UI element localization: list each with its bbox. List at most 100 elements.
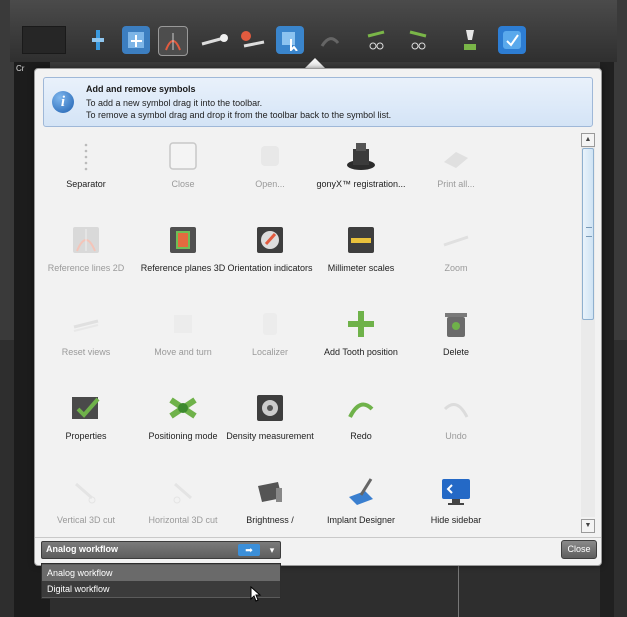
symbol-item[interactable]: Vertical 3D cut [41, 471, 131, 533]
info-icon: i [52, 91, 74, 113]
symbol-item[interactable]: Properties [41, 387, 131, 467]
zoom-icon [440, 225, 472, 255]
cut-icon[interactable] [404, 26, 432, 54]
workflow-option-digital[interactable]: Digital workflow [42, 581, 280, 597]
redo-icon [345, 393, 377, 423]
mouse-cursor-icon [250, 586, 262, 602]
symbol-label: Orientation indicators [227, 263, 313, 273]
localizer-icon [254, 309, 286, 339]
symbol-label: Undo [445, 431, 467, 441]
brightness-icon [254, 477, 286, 507]
symbol-label: Implant Designer [326, 515, 396, 525]
workflow-dropdown-list: Analog workflow Digital workflow [41, 563, 281, 599]
symbol-label: Redo [350, 431, 372, 441]
move-icon[interactable] [122, 26, 150, 54]
symbol-label: Separator [66, 179, 106, 189]
popover-caret [305, 58, 325, 68]
cursor-select-icon[interactable] [276, 26, 304, 54]
symbol-label: Delete [442, 347, 469, 357]
symbol-item[interactable]: Close [138, 135, 228, 215]
symbol-item[interactable]: Reference planes 3D [138, 219, 228, 299]
symbol-item[interactable]: Move and turn [138, 303, 228, 383]
symbol-item[interactable]: Hide sidebar [411, 471, 501, 533]
symbol-item[interactable]: Reference lines 2D [41, 219, 131, 299]
symbol-label: Reset views [61, 347, 111, 357]
symbol-label: Horizontal 3D cut [148, 515, 218, 525]
reference-lines-icon [70, 225, 102, 255]
ruler-icon [345, 225, 377, 255]
symbol-label: Open... [255, 179, 285, 189]
symbol-list-scrollbar[interactable]: ▲ ▼ [581, 133, 595, 533]
symbol-item[interactable]: Reset views [41, 303, 131, 383]
info-title: Add and remove symbols [86, 84, 196, 94]
symbol-item[interactable]: Print all... [411, 135, 501, 215]
symbol-item[interactable]: Positioning mode [138, 387, 228, 467]
viewer-divider [458, 560, 459, 617]
symbol-customize-panel: i Add and remove symbols To add a new sy… [34, 68, 602, 566]
main-toolbar [10, 0, 617, 62]
symbol-item[interactable]: Separator [41, 135, 131, 215]
scroll-down-arrow-icon[interactable]: ▼ [581, 519, 595, 533]
symbol-item[interactable]: Delete [411, 303, 501, 383]
reset-views-icon [70, 309, 102, 339]
distance-icon[interactable] [200, 26, 228, 54]
symbol-item[interactable]: Brightness / [225, 471, 315, 533]
open-icon [254, 141, 286, 171]
symbol-item[interactable]: Redo [316, 387, 406, 467]
scrollbar-track[interactable] [581, 147, 595, 517]
symbol-item[interactable]: Orientation indicators [225, 219, 315, 299]
horizontal-cut-icon [167, 477, 199, 507]
symbol-label: Brightness / [246, 515, 294, 525]
scrollbar-grip [586, 227, 592, 237]
symbol-item[interactable]: Density measurement [225, 387, 315, 467]
symbol-grid: Separator Close Open... gonyX™ registration… [41, 135, 575, 533]
arrow-right-icon[interactable]: ➡ [238, 544, 260, 556]
symbol-label: Hide sidebar [430, 515, 482, 525]
reference-lines-icon[interactable] [158, 26, 188, 56]
symbol-item[interactable]: Undo [411, 387, 501, 467]
symbol-item[interactable]: Horizontal 3D cut [138, 471, 228, 533]
symbol-label: Positioning mode [148, 431, 218, 441]
workflow-selected-value: Analog workflow [46, 544, 118, 554]
symbol-label: Vertical 3D cut [56, 515, 116, 525]
close-button[interactable]: Close [561, 540, 597, 559]
right-panel [600, 62, 614, 617]
symbol-label: Reference planes 3D [140, 263, 226, 273]
symbol-label: Zoom [444, 263, 468, 273]
move-turn-icon [167, 309, 199, 339]
gonyx-device-icon [345, 141, 377, 171]
symbol-item[interactable]: Localizer [225, 303, 315, 383]
check-icon[interactable] [498, 26, 526, 54]
orientation-icon [254, 225, 286, 255]
trash-icon [440, 309, 472, 339]
cut-icon[interactable] [362, 26, 390, 54]
symbol-item[interactable]: Open... [225, 135, 315, 215]
symbol-label: Reference lines 2D [47, 263, 125, 273]
info-text-remove: To remove a symbol drag and drop it from… [86, 110, 392, 120]
implant-icon[interactable] [456, 26, 484, 54]
symbol-label: Move and turn [154, 347, 212, 357]
symbol-item[interactable]: Millimeter scales [316, 219, 406, 299]
add-tooth-icon [345, 309, 377, 339]
symbol-label: gonyX™ registration... [316, 179, 406, 189]
symbol-label: Close [171, 179, 195, 189]
properties-icon [70, 393, 102, 423]
chevron-down-icon[interactable]: ▾ [265, 543, 279, 557]
symbol-label: Millimeter scales [327, 263, 395, 273]
symbol-item[interactable]: Implant Designer [316, 471, 406, 533]
separator-icon[interactable] [84, 26, 112, 54]
symbol-item[interactable]: gonyX™ registration... [316, 135, 406, 215]
footer-divider [35, 537, 601, 538]
scroll-up-arrow-icon[interactable]: ▲ [581, 133, 595, 147]
positioning-icon [167, 393, 199, 423]
workflow-option-analog[interactable]: Analog workflow [42, 565, 280, 581]
implant-designer-icon [345, 477, 377, 507]
workflow-select[interactable]: Analog workflow ➡ ▾ [41, 541, 281, 559]
toolbar-empty-slot [22, 26, 66, 54]
symbol-label: Localizer [251, 347, 289, 357]
symbol-item[interactable]: Zoom [411, 219, 501, 299]
symbol-item[interactable]: Add Tooth position [316, 303, 406, 383]
redo-icon[interactable] [316, 26, 344, 54]
scrollbar-thumb[interactable] [582, 148, 594, 320]
angle-measure-icon[interactable] [238, 26, 266, 54]
